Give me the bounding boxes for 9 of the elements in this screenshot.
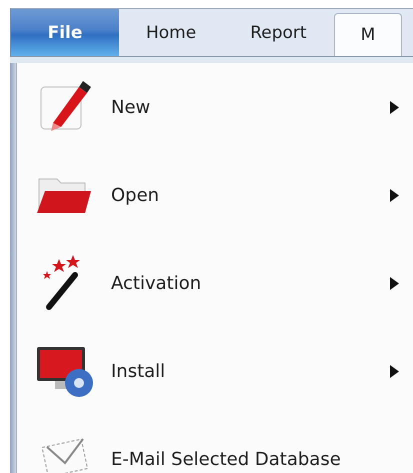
menu-item[interactable]: Install — [111, 360, 390, 382]
ribbon-tab[interactable]: M — [334, 13, 402, 56]
menu-item[interactable]: E-Mail Selected Database — [111, 448, 399, 470]
menu-item[interactable]: Activation — [111, 272, 390, 294]
ribbon-tab[interactable]: Home — [119, 9, 224, 56]
menu-item[interactable]: New — [111, 96, 390, 118]
menu-item[interactable]: Open — [111, 184, 390, 206]
file-tab[interactable]: File — [11, 9, 119, 56]
ribbon-tab[interactable]: Report — [223, 9, 334, 56]
